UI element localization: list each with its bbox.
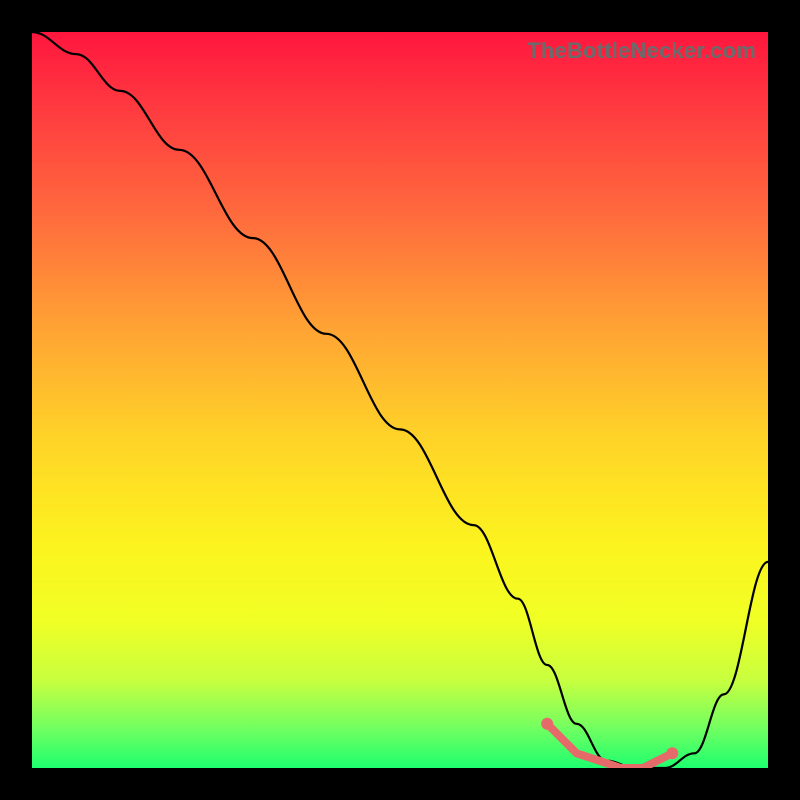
chart-frame: TheBottleNecker.com bbox=[0, 0, 800, 800]
optimal-range-endpoint bbox=[541, 718, 553, 730]
optimal-range-line bbox=[547, 724, 672, 768]
optimal-range-endpoint bbox=[666, 747, 678, 759]
bottleneck-curve bbox=[32, 32, 768, 768]
plot-area: TheBottleNecker.com bbox=[32, 32, 768, 768]
optimal-range-markers bbox=[541, 718, 678, 768]
chart-svg bbox=[32, 32, 768, 768]
